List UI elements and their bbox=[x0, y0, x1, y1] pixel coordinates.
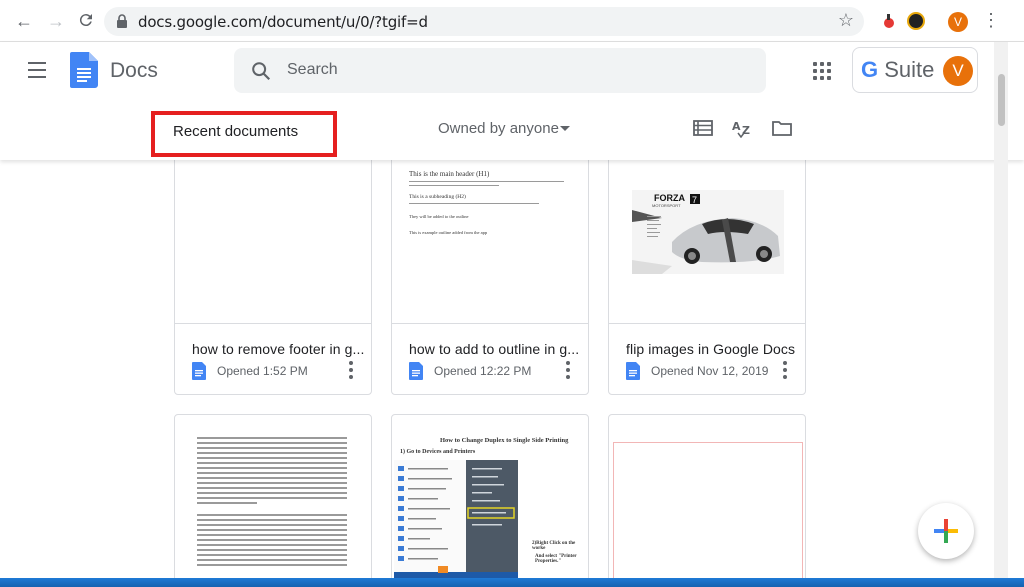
plus-icon bbox=[934, 519, 958, 543]
new-document-button[interactable] bbox=[918, 503, 974, 559]
main-menu-icon[interactable] bbox=[28, 62, 48, 78]
apps-grid-icon[interactable] bbox=[813, 62, 831, 80]
document-opened-time: Opened Nov 12, 2019 bbox=[651, 364, 769, 378]
folder-icon[interactable] bbox=[772, 118, 792, 138]
blank-page-border bbox=[613, 442, 803, 578]
forza-number-text: 7 bbox=[692, 195, 697, 205]
document-thumbnail: FORZA MOTORSPORT 7 bbox=[609, 136, 805, 324]
thumb-heading: How to Change Duplex to Single Side Prin… bbox=[440, 437, 569, 444]
owned-by-filter[interactable]: Owned by anyone bbox=[438, 120, 559, 137]
more-options-icon[interactable] bbox=[349, 361, 353, 379]
thumb-paragraph: They will be added to the outline bbox=[409, 214, 469, 219]
document-title: how to remove footer in g... bbox=[192, 341, 365, 357]
svg-text:A: A bbox=[732, 120, 741, 133]
browser-toolbar: ← → docs.google.com/document/u/0/?tgif=d… bbox=[0, 0, 1024, 42]
forza-sub-text: MOTORSPORT bbox=[652, 203, 681, 208]
browser-profile-avatar[interactable]: V bbox=[948, 12, 968, 32]
document-opened-time: Opened 12:22 PM bbox=[434, 364, 532, 378]
docs-logo-icon[interactable] bbox=[70, 52, 98, 88]
thumb-heading: This is the main header (H1) bbox=[409, 170, 490, 178]
scrollbar-thumb[interactable] bbox=[998, 74, 1005, 126]
avatar[interactable]: V bbox=[943, 56, 973, 86]
address-bar[interactable]: docs.google.com/document/u/0/?tgif=d ☆ bbox=[104, 7, 864, 36]
docs-header: Docs Search G Suite V Recent documents O… bbox=[0, 42, 1024, 160]
browser-menu-icon[interactable]: ⋮ bbox=[982, 10, 1000, 30]
document-card[interactable] bbox=[174, 414, 372, 578]
recent-documents-label: Recent documents bbox=[173, 123, 299, 140]
gsuite-account-button[interactable]: G Suite V bbox=[852, 47, 978, 93]
document-card[interactable]: FORZA MOTORSPORT 7 flip images in Google… bbox=[608, 135, 806, 395]
thumb-text-lines bbox=[197, 437, 352, 569]
os-taskbar bbox=[0, 578, 1024, 587]
thumb-step: 2)Right Click on the worke bbox=[532, 541, 576, 551]
extension-icon[interactable] bbox=[880, 12, 898, 30]
document-card[interactable]: This is the main header (H1) This is a s… bbox=[391, 135, 589, 395]
forza-brand-text: FORZA bbox=[654, 193, 685, 203]
doc-icon bbox=[192, 362, 206, 380]
extension-icon-2[interactable] bbox=[907, 12, 925, 30]
document-title: how to add to outline in g... bbox=[409, 341, 580, 357]
url-text: docs.google.com/document/u/0/?tgif=d bbox=[138, 13, 428, 31]
back-icon[interactable]: ← bbox=[14, 11, 34, 31]
document-card[interactable] bbox=[608, 414, 806, 578]
forward-icon[interactable]: → bbox=[46, 11, 66, 31]
thumb-step: 1) Go to Devices and Printers bbox=[400, 449, 476, 455]
document-thumbnail: This is the main header (H1) This is a s… bbox=[392, 136, 588, 324]
bookmark-star-icon[interactable]: ☆ bbox=[838, 10, 854, 31]
document-title: flip images in Google Docs bbox=[626, 341, 796, 357]
thumb-text-lines bbox=[409, 203, 569, 207]
sort-az-icon[interactable]: A Z bbox=[732, 118, 754, 138]
thumb-caption-lines bbox=[647, 216, 663, 240]
control-panel-screenshot bbox=[394, 460, 518, 578]
search-input[interactable]: Search bbox=[234, 48, 766, 93]
more-options-icon[interactable] bbox=[783, 361, 787, 379]
doc-icon bbox=[626, 362, 640, 380]
document-thumbnail bbox=[175, 136, 371, 324]
thumb-subheading: This is a subheading (H2) bbox=[409, 194, 466, 200]
browser-window: ← → docs.google.com/document/u/0/?tgif=d… bbox=[0, 0, 1024, 578]
list-view-icon[interactable] bbox=[693, 118, 713, 138]
lock-icon bbox=[117, 14, 127, 28]
thumb-text-lines bbox=[409, 181, 569, 189]
reload-icon[interactable] bbox=[76, 11, 96, 31]
thumb-step: And select "Printer Properties." bbox=[535, 554, 577, 564]
document-card[interactable]: how to remove footer in g... Opened 1:52… bbox=[174, 135, 372, 395]
thumb-paragraph: This is example outline added from the a… bbox=[409, 230, 488, 235]
gsuite-logo: G Suite bbox=[861, 57, 935, 82]
chevron-down-icon[interactable] bbox=[560, 126, 570, 131]
more-options-icon[interactable] bbox=[566, 361, 570, 379]
doc-icon bbox=[409, 362, 423, 380]
document-opened-time: Opened 1:52 PM bbox=[217, 364, 308, 378]
search-placeholder: Search bbox=[287, 61, 338, 78]
app-title[interactable]: Docs bbox=[110, 59, 158, 83]
search-icon[interactable] bbox=[250, 60, 272, 82]
document-card[interactable]: How to Change Duplex to Single Side Prin… bbox=[391, 414, 589, 578]
